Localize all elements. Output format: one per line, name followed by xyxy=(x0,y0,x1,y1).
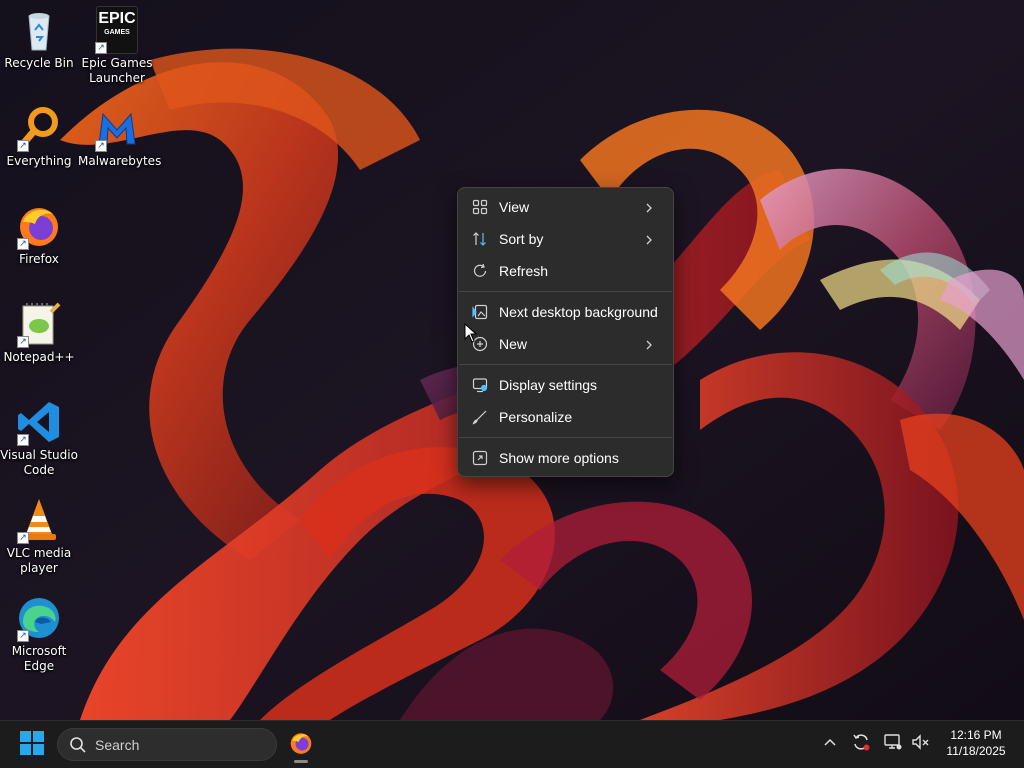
desktop-icon-epic-games-launcher[interactable]: EPIC GAMES ↗ Epic Games Launcher xyxy=(78,6,156,86)
search-placeholder: Search xyxy=(95,736,140,753)
windows-logo-icon xyxy=(20,731,44,759)
menu-item-label: Show more options xyxy=(499,450,619,466)
chevron-right-icon xyxy=(642,200,656,214)
menu-item-new[interactable]: New xyxy=(463,329,668,359)
menu-item-label: Sort by xyxy=(499,231,544,247)
desktop-icon-label: Microsoft Edge xyxy=(11,644,67,673)
desktop-icon-firefox[interactable]: ↗ Firefox xyxy=(0,202,78,267)
menu-separator xyxy=(459,291,672,292)
start-button[interactable] xyxy=(14,729,50,761)
taskbar: Search 12:16 PM 11/18/2025 xyxy=(0,720,1024,768)
menu-item-label: Refresh xyxy=(499,263,549,279)
epic-games-logo-text: EPIC xyxy=(98,10,136,27)
clock-date: 11/18/2025 xyxy=(946,744,1006,758)
epic-games-logo-subtext: GAMES xyxy=(104,29,130,36)
sync-icon xyxy=(851,732,871,756)
shortcut-arrow-icon: ↗ xyxy=(17,336,29,348)
menu-item-label: View xyxy=(499,199,530,215)
grid-view-icon xyxy=(471,198,489,216)
shortcut-arrow-icon: ↗ xyxy=(95,140,107,152)
brush-icon xyxy=(471,408,489,426)
menu-separator xyxy=(459,437,672,438)
chevron-up-icon xyxy=(823,735,837,754)
tray-volume[interactable] xyxy=(909,733,931,755)
recycle-bin-icon xyxy=(15,13,63,57)
desktop-icon-malwarebytes[interactable]: ↗ Malwarebytes xyxy=(78,104,162,169)
menu-item-show-more-options[interactable]: Show more options xyxy=(463,443,668,473)
firefox-icon xyxy=(288,730,314,760)
desktop-icon-label: Recycle Bin xyxy=(4,56,74,70)
desktop-icon-label: Everything xyxy=(6,154,72,168)
desktop-icon-label: Epic Games Launcher xyxy=(81,56,153,85)
tray-overflow-button[interactable] xyxy=(819,733,841,755)
menu-item-view[interactable]: View xyxy=(463,192,668,222)
shortcut-arrow-icon: ↗ xyxy=(95,42,107,54)
menu-item-label: Personalize xyxy=(499,409,573,425)
desktop-icon-label: Malwarebytes xyxy=(78,154,162,168)
shortcut-arrow-icon: ↗ xyxy=(17,140,29,152)
taskbar-app-firefox[interactable] xyxy=(283,726,319,764)
menu-item-personalize[interactable]: Personalize xyxy=(463,402,668,432)
menu-item-display-settings[interactable]: Display settings xyxy=(463,370,668,400)
menu-item-label: Next desktop background xyxy=(499,304,658,320)
desktop-icon-everything[interactable]: ↗ Everything xyxy=(0,104,78,169)
shortcut-arrow-icon: ↗ xyxy=(17,630,29,642)
menu-item-label: New xyxy=(499,336,528,352)
menu-item-label: Display settings xyxy=(499,377,598,393)
menu-item-next-desktop-background[interactable]: Next desktop background xyxy=(463,297,668,327)
desktop-icon-label: VLC media player xyxy=(6,546,72,575)
menu-separator xyxy=(459,364,672,365)
desktop-context-menu: View Sort by Refresh Next desktop backgr… xyxy=(457,187,674,477)
shortcut-arrow-icon: ↗ xyxy=(17,238,29,250)
network-icon xyxy=(883,732,903,756)
chevron-right-icon xyxy=(642,337,656,351)
mouse-cursor-icon xyxy=(464,322,478,343)
shortcut-arrow-icon: ↗ xyxy=(17,434,29,446)
taskbar-clock[interactable]: 12:16 PM 11/18/2025 xyxy=(936,727,1016,759)
menu-item-sort-by[interactable]: Sort by xyxy=(463,224,668,254)
running-indicator xyxy=(294,760,308,763)
refresh-icon xyxy=(471,262,489,280)
clock-time: 12:16 PM xyxy=(950,728,1002,742)
next-background-icon xyxy=(471,303,489,321)
menu-item-refresh[interactable]: Refresh xyxy=(463,256,668,286)
desktop-icon-label: Visual Studio Code xyxy=(0,448,78,477)
desktop-icon-label: Notepad++ xyxy=(3,350,75,364)
taskbar-search-box[interactable]: Search xyxy=(57,728,277,761)
tray-network[interactable] xyxy=(882,733,904,755)
desktop-icon-vscode[interactable]: ↗ Visual Studio Code xyxy=(0,398,78,478)
display-settings-icon xyxy=(471,376,489,394)
sort-icon xyxy=(471,230,489,248)
desktop-icon-edge[interactable]: ↗ Microsoft Edge xyxy=(0,594,78,674)
tray-sync-status[interactable] xyxy=(850,733,872,755)
desktop-icon-notepadpp[interactable]: ↗ Notepad++ xyxy=(0,300,78,365)
shortcut-arrow-icon: ↗ xyxy=(17,532,29,544)
chevron-right-icon xyxy=(642,232,656,246)
desktop-icon-label: Firefox xyxy=(19,252,59,266)
search-icon xyxy=(69,736,87,754)
desktop-icon-vlc[interactable]: ↗ VLC media player xyxy=(0,496,78,576)
desktop-icon-recycle-bin[interactable]: Recycle Bin xyxy=(0,6,78,71)
show-more-icon xyxy=(471,449,489,467)
volume-muted-icon xyxy=(910,732,930,756)
